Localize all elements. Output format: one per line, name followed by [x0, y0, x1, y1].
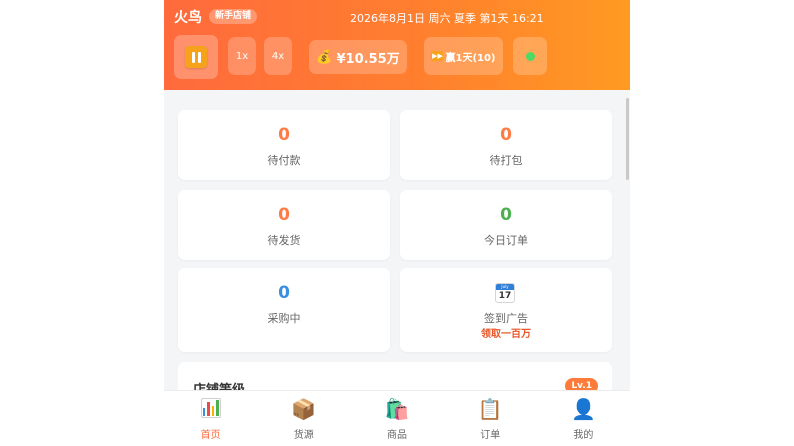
stat-label: 今日订单	[484, 234, 528, 247]
stat-card-purchasing[interactable]: 0 采购中	[178, 268, 390, 352]
tab-label: 货源	[293, 430, 314, 441]
game-datetime: 2026年8月1日 周六 夏季 第1天 16:21	[350, 12, 544, 25]
tab-label: 商品	[387, 430, 407, 441]
shop-name: 火鸟	[174, 10, 202, 26]
fast-forward-icon: ▶▶	[431, 51, 444, 61]
status-button[interactable]	[513, 37, 547, 75]
stat-card-pending-payment[interactable]: 0 待付款	[178, 110, 390, 180]
checkin-ad-label: 签到广告	[484, 312, 528, 325]
speed-1x-button[interactable]: 1x	[228, 37, 256, 75]
money-bag-icon: 💰	[316, 49, 333, 65]
claim-reward-link[interactable]: 领取一百万	[400, 325, 612, 340]
checkin-ad-card[interactable]: July 17 签到广告 领取一百万	[400, 268, 612, 352]
stat-card-pending-pack[interactable]: 0 待打包	[400, 110, 612, 180]
stat-value: 0	[500, 205, 512, 225]
shop-level-title: 店铺等级	[193, 379, 245, 390]
stat-value: 0	[278, 205, 290, 225]
money-amount: ¥10.55万	[336, 51, 400, 67]
stat-label: 待发货	[267, 234, 301, 247]
stat-label: 待打包	[489, 154, 523, 167]
tab-home[interactable]: 首页	[164, 391, 257, 446]
app-screen: 火鸟 新手店铺 2026年8月1日 周六 夏季 第1天 16:21 1x 4x …	[164, 0, 630, 446]
stat-label: 采购中	[267, 312, 301, 325]
shopping-bag-icon: 🛍️	[384, 397, 410, 421]
status-dot-icon	[525, 51, 535, 61]
pause-icon	[185, 46, 207, 68]
bottom-tab-bar: 首页 📦 货源 🛍️ 商品 📋 订单 👤 我的	[164, 390, 630, 446]
clipboard-icon: 📋	[477, 397, 503, 421]
tab-products[interactable]: 🛍️ 商品	[350, 391, 443, 446]
tab-profile[interactable]: 👤 我的	[537, 391, 630, 446]
home-content[interactable]: 0 待付款 0 待打包 0 待发货 0 今日订单 0 采购中 July 17 签…	[164, 90, 630, 390]
shop-badge: 新手店铺	[209, 9, 258, 24]
skip-day-label: 赢1天(10)	[445, 52, 496, 64]
money-display[interactable]: 💰 ¥10.55万	[309, 40, 407, 74]
stat-value: 0	[278, 125, 290, 145]
tab-orders[interactable]: 📋 订单	[444, 391, 537, 446]
package-icon: 📦	[291, 397, 317, 421]
level-badge: Lv.1	[565, 378, 598, 390]
skip-day-button[interactable]: ▶▶ 赢1天(10)	[424, 37, 503, 75]
stat-card-pending-ship[interactable]: 0 待发货	[178, 190, 390, 260]
tab-sources[interactable]: 📦 货源	[257, 391, 350, 446]
stat-value: 0	[278, 283, 290, 303]
tab-label: 首页	[200, 430, 221, 441]
tab-label: 订单	[480, 430, 501, 441]
stat-value: 0	[500, 125, 512, 145]
stat-label: 待付款	[267, 154, 301, 167]
shop-level-card[interactable]: 店铺等级 Lv.1	[178, 362, 612, 390]
pause-button[interactable]	[174, 35, 218, 79]
top-header: 火鸟 新手店铺 2026年8月1日 周六 夏季 第1天 16:21 1x 4x …	[164, 0, 630, 90]
bar-chart-icon	[164, 397, 257, 421]
user-icon: 👤	[570, 397, 596, 421]
tab-label: 我的	[573, 430, 594, 441]
speed-4x-button[interactable]: 4x	[264, 37, 292, 75]
scrollbar[interactable]	[626, 98, 629, 180]
calendar-icon: July 17	[495, 283, 515, 303]
stat-card-today-orders[interactable]: 0 今日订单	[400, 190, 612, 260]
